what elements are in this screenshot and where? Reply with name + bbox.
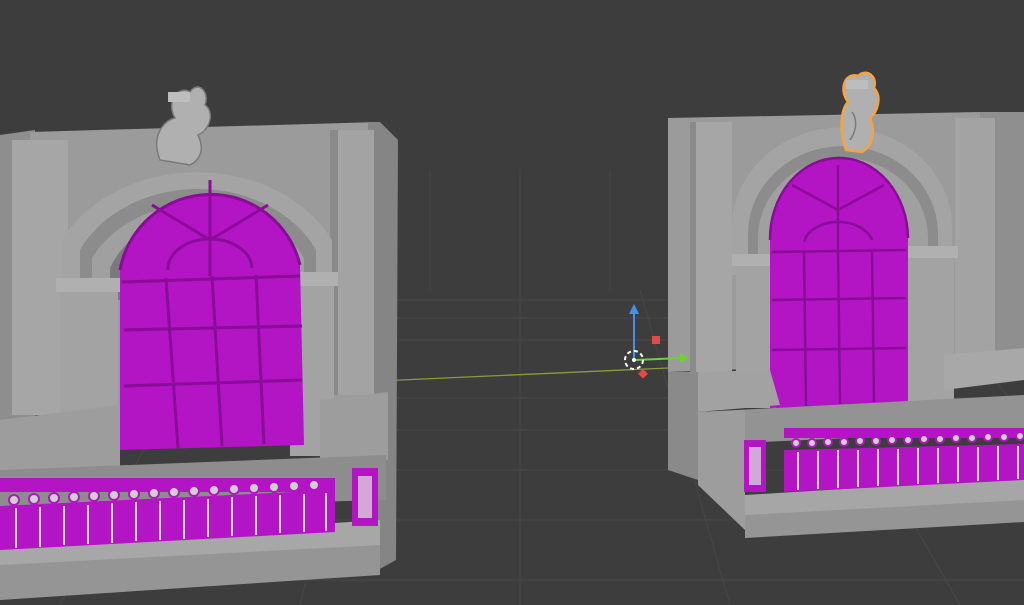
- balcony-right-ledge-left: [698, 370, 780, 412]
- balcony-right-block-side: [668, 372, 698, 480]
- 3d-viewport[interactable]: [0, 0, 1024, 605]
- pilaster-right-a-shadow: [690, 122, 696, 372]
- window-facade-right[interactable]: [668, 71, 1024, 538]
- pilaster-right-a: [690, 122, 732, 372]
- pilaster-left-a: [12, 140, 68, 415]
- railing-right-post-ornament: [749, 447, 761, 485]
- railing-left-top-rail: [0, 478, 335, 492]
- column-right-2-cap: [904, 246, 958, 258]
- gizmo-x-plane-handle[interactable]: [652, 336, 660, 344]
- window-left-frame: [120, 194, 304, 450]
- window-facade-left[interactable]: [0, 86, 398, 600]
- column-left-1-cap: [56, 278, 122, 292]
- railing-left-post-ornament: [358, 476, 372, 518]
- pilaster-right-b: [955, 118, 995, 360]
- 3d-cursor-center: [632, 358, 636, 362]
